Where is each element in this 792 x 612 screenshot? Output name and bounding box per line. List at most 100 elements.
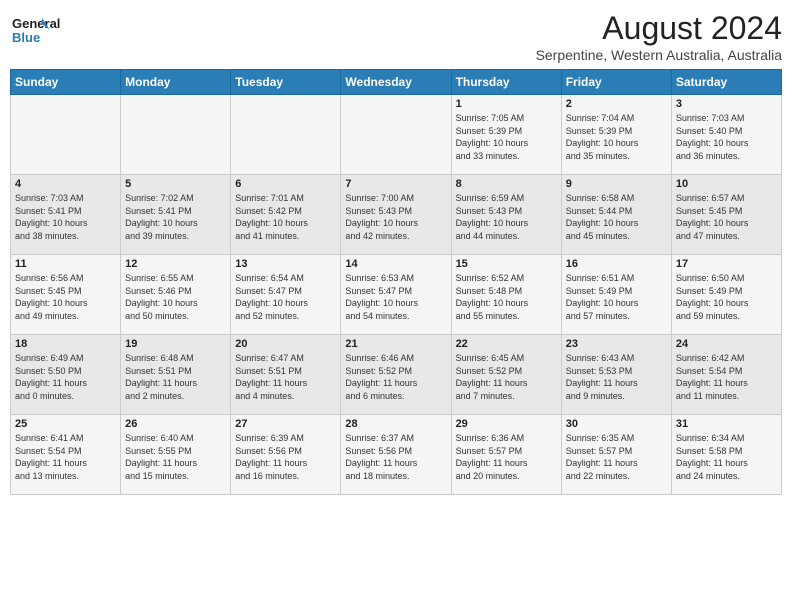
week-row-2: 4Sunrise: 7:03 AM Sunset: 5:41 PM Daylig… <box>11 175 782 255</box>
day-content: Sunrise: 6:57 AM Sunset: 5:45 PM Dayligh… <box>676 192 777 242</box>
day-number: 11 <box>15 258 116 270</box>
week-row-3: 11Sunrise: 6:56 AM Sunset: 5:45 PM Dayli… <box>11 255 782 335</box>
day-number: 10 <box>676 178 777 190</box>
day-number: 2 <box>566 98 667 110</box>
day-number: 26 <box>125 418 226 430</box>
day-content: Sunrise: 6:45 AM Sunset: 5:52 PM Dayligh… <box>456 352 557 402</box>
day-content: Sunrise: 7:01 AM Sunset: 5:42 PM Dayligh… <box>235 192 336 242</box>
sub-title: Serpentine, Western Australia, Australia <box>536 47 782 63</box>
col-header-saturday: Saturday <box>671 70 781 95</box>
day-content: Sunrise: 6:43 AM Sunset: 5:53 PM Dayligh… <box>566 352 667 402</box>
calendar-cell: 5 Sunrise: 7:02 AM Sunset: 5:41 PM Daylig… <box>121 175 231 255</box>
day-content: Sunrise: 6:59 AM Sunset: 5:43 PM Dayligh… <box>456 192 557 242</box>
day-number: 23 <box>566 338 667 350</box>
calendar-cell: 31Sunrise: 6:34 AM Sunset: 5:58 PM Dayli… <box>671 415 781 495</box>
calendar-cell <box>11 95 121 175</box>
day-content: Sunrise: 6:37 AM Sunset: 5:56 PM Dayligh… <box>345 432 446 482</box>
day-content: Sunrise: 6:35 AM Sunset: 5:57 PM Dayligh… <box>566 432 667 482</box>
day-content: Sunrise: 6:55 AM Sunset: 5:46 PM Dayligh… <box>125 272 226 322</box>
col-header-sunday: Sunday <box>11 70 121 95</box>
calendar-cell: 2 Sunrise: 7:04 AM Sunset: 5:39 PM Daylig… <box>561 95 671 175</box>
calendar-cell: 20 Sunrise: 6:47 AM Sunset: 5:51 PM Dayli… <box>231 335 341 415</box>
day-content: Sunrise: 6:40 AM Sunset: 5:55 PM Dayligh… <box>125 432 226 482</box>
day-content: Sunrise: 7:00 AM Sunset: 5:43 PM Dayligh… <box>345 192 446 242</box>
day-number: 17 <box>676 258 777 270</box>
day-number: 3 <box>676 98 777 110</box>
week-row-4: 18 Sunrise: 6:49 AM Sunset: 5:50 PM Dayli… <box>11 335 782 415</box>
col-header-monday: Monday <box>121 70 231 95</box>
calendar-cell: 6 Sunrise: 7:01 AM Sunset: 5:42 PM Daylig… <box>231 175 341 255</box>
day-content: Sunrise: 6:52 AM Sunset: 5:48 PM Dayligh… <box>456 272 557 322</box>
calendar-cell: 15 Sunrise: 6:52 AM Sunset: 5:48 PM Dayli… <box>451 255 561 335</box>
day-content: Sunrise: 6:49 AM Sunset: 5:50 PM Dayligh… <box>15 352 116 402</box>
day-content: Sunrise: 6:48 AM Sunset: 5:51 PM Dayligh… <box>125 352 226 402</box>
header-row: SundayMondayTuesdayWednesdayThursdayFrid… <box>11 70 782 95</box>
day-content: Sunrise: 6:58 AM Sunset: 5:44 PM Dayligh… <box>566 192 667 242</box>
calendar-cell: 4Sunrise: 7:03 AM Sunset: 5:41 PM Daylig… <box>11 175 121 255</box>
title-block: August 2024 Serpentine, Western Australi… <box>536 10 782 63</box>
calendar-cell: 26 Sunrise: 6:40 AM Sunset: 5:55 PM Dayli… <box>121 415 231 495</box>
calendar-cell: 12 Sunrise: 6:55 AM Sunset: 5:46 PM Dayli… <box>121 255 231 335</box>
calendar-cell: 1 Sunrise: 7:05 AM Sunset: 5:39 PM Daylig… <box>451 95 561 175</box>
calendar-table: SundayMondayTuesdayWednesdayThursdayFrid… <box>10 69 782 495</box>
svg-text:Blue: Blue <box>12 30 40 45</box>
day-number: 14 <box>345 258 446 270</box>
col-header-wednesday: Wednesday <box>341 70 451 95</box>
calendar-cell: 30 Sunrise: 6:35 AM Sunset: 5:57 PM Dayli… <box>561 415 671 495</box>
calendar-cell: 14 Sunrise: 6:53 AM Sunset: 5:47 PM Dayli… <box>341 255 451 335</box>
day-number: 6 <box>235 178 336 190</box>
calendar-cell: 25 Sunrise: 6:41 AM Sunset: 5:54 PM Dayli… <box>11 415 121 495</box>
day-number: 5 <box>125 178 226 190</box>
week-row-5: 25 Sunrise: 6:41 AM Sunset: 5:54 PM Dayli… <box>11 415 782 495</box>
day-number: 8 <box>456 178 557 190</box>
day-content: Sunrise: 7:03 AM Sunset: 5:40 PM Dayligh… <box>676 112 777 162</box>
day-number: 1 <box>456 98 557 110</box>
calendar-cell: 8 Sunrise: 6:59 AM Sunset: 5:43 PM Daylig… <box>451 175 561 255</box>
day-content: Sunrise: 6:41 AM Sunset: 5:54 PM Dayligh… <box>15 432 116 482</box>
day-content: Sunrise: 6:51 AM Sunset: 5:49 PM Dayligh… <box>566 272 667 322</box>
day-number: 12 <box>125 258 226 270</box>
day-content: Sunrise: 6:36 AM Sunset: 5:57 PM Dayligh… <box>456 432 557 482</box>
calendar-cell: 11Sunrise: 6:56 AM Sunset: 5:45 PM Dayli… <box>11 255 121 335</box>
day-number: 25 <box>15 418 116 430</box>
calendar-cell: 9 Sunrise: 6:58 AM Sunset: 5:44 PM Daylig… <box>561 175 671 255</box>
calendar-cell: 28Sunrise: 6:37 AM Sunset: 5:56 PM Dayli… <box>341 415 451 495</box>
calendar-cell: 7 Sunrise: 7:00 AM Sunset: 5:43 PM Daylig… <box>341 175 451 255</box>
week-row-1: 1 Sunrise: 7:05 AM Sunset: 5:39 PM Daylig… <box>11 95 782 175</box>
calendar-cell: 24Sunrise: 6:42 AM Sunset: 5:54 PM Dayli… <box>671 335 781 415</box>
calendar-cell: 17Sunrise: 6:50 AM Sunset: 5:49 PM Dayli… <box>671 255 781 335</box>
calendar-cell <box>231 95 341 175</box>
day-content: Sunrise: 6:34 AM Sunset: 5:58 PM Dayligh… <box>676 432 777 482</box>
day-number: 22 <box>456 338 557 350</box>
day-number: 21 <box>345 338 446 350</box>
calendar-cell: 16Sunrise: 6:51 AM Sunset: 5:49 PM Dayli… <box>561 255 671 335</box>
day-content: Sunrise: 6:47 AM Sunset: 5:51 PM Dayligh… <box>235 352 336 402</box>
day-content: Sunrise: 6:46 AM Sunset: 5:52 PM Dayligh… <box>345 352 446 402</box>
day-number: 18 <box>15 338 116 350</box>
day-number: 29 <box>456 418 557 430</box>
day-number: 27 <box>235 418 336 430</box>
logo: General Blue <box>10 10 80 50</box>
calendar-cell: 19Sunrise: 6:48 AM Sunset: 5:51 PM Dayli… <box>121 335 231 415</box>
day-content: Sunrise: 7:04 AM Sunset: 5:39 PM Dayligh… <box>566 112 667 162</box>
day-content: Sunrise: 7:02 AM Sunset: 5:41 PM Dayligh… <box>125 192 226 242</box>
calendar-cell: 22 Sunrise: 6:45 AM Sunset: 5:52 PM Dayli… <box>451 335 561 415</box>
day-content: Sunrise: 6:53 AM Sunset: 5:47 PM Dayligh… <box>345 272 446 322</box>
day-content: Sunrise: 6:42 AM Sunset: 5:54 PM Dayligh… <box>676 352 777 402</box>
day-number: 7 <box>345 178 446 190</box>
day-number: 20 <box>235 338 336 350</box>
calendar-cell: 18 Sunrise: 6:49 AM Sunset: 5:50 PM Dayli… <box>11 335 121 415</box>
day-content: Sunrise: 6:39 AM Sunset: 5:56 PM Dayligh… <box>235 432 336 482</box>
day-number: 13 <box>235 258 336 270</box>
calendar-cell: 27 Sunrise: 6:39 AM Sunset: 5:56 PM Dayli… <box>231 415 341 495</box>
day-number: 30 <box>566 418 667 430</box>
col-header-tuesday: Tuesday <box>231 70 341 95</box>
logo-icon: General Blue <box>10 10 80 50</box>
day-number: 15 <box>456 258 557 270</box>
main-title: August 2024 <box>536 10 782 47</box>
day-number: 9 <box>566 178 667 190</box>
calendar-cell <box>121 95 231 175</box>
calendar-cell: 21 Sunrise: 6:46 AM Sunset: 5:52 PM Dayli… <box>341 335 451 415</box>
calendar-cell <box>341 95 451 175</box>
day-content: Sunrise: 7:05 AM Sunset: 5:39 PM Dayligh… <box>456 112 557 162</box>
